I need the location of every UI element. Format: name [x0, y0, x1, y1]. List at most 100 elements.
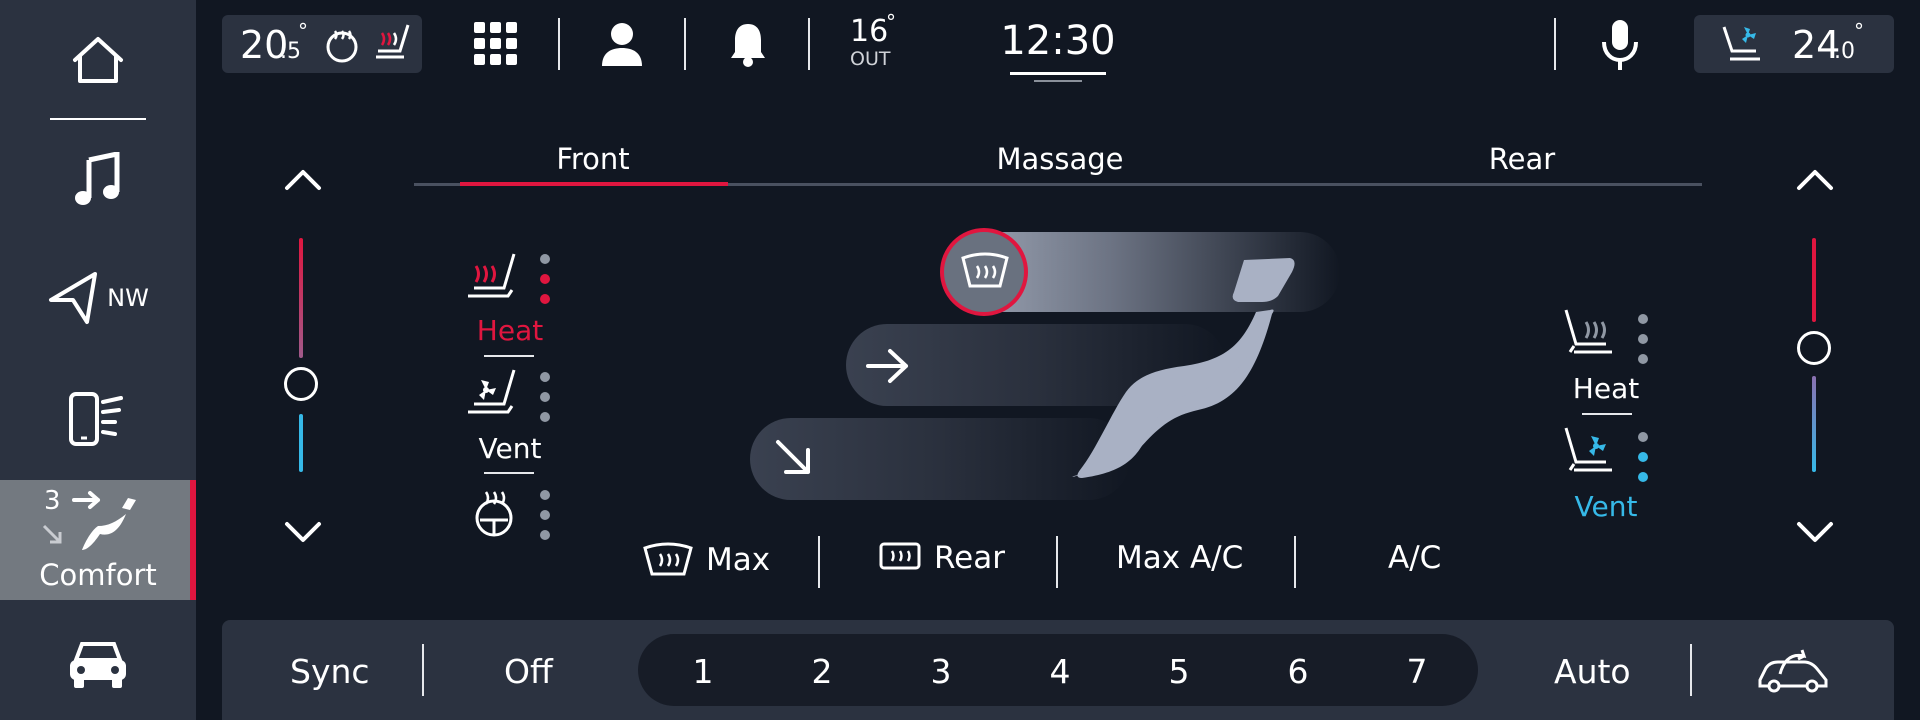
seat-body-shape — [1077, 310, 1270, 478]
navigation-button[interactable]: NW — [0, 258, 196, 338]
home-button[interactable] — [0, 20, 196, 100]
status-divider — [558, 18, 560, 70]
driver-vent-level — [540, 372, 550, 432]
comfort-level: 3 — [44, 486, 61, 516]
comfort-button[interactable]: 3 Comfort — [0, 480, 196, 600]
sidebar-divider — [50, 118, 146, 120]
status-divider — [684, 18, 686, 70]
driver-vent-label: Vent — [478, 432, 542, 465]
driver-seat-heat-button[interactable] — [464, 252, 534, 308]
fan-speed-3[interactable]: 3 — [921, 652, 961, 691]
rear-defrost-icon — [879, 542, 921, 570]
rear-defrost-button[interactable]: Rear — [878, 540, 1005, 576]
chevron-down-icon[interactable] — [1795, 520, 1835, 546]
label-underline — [484, 472, 534, 474]
clock-underline — [1010, 72, 1106, 75]
profile-icon[interactable] — [600, 20, 644, 68]
tab-rear[interactable]: Rear — [1472, 142, 1572, 176]
passenger-heat-label: Heat — [1572, 372, 1640, 405]
outside-temp-value: 16 — [850, 14, 889, 49]
max-defrost-label: Max — [706, 542, 771, 578]
passenger-temp-decimal: .0 — [1834, 39, 1855, 64]
function-divider — [1056, 536, 1058, 588]
function-divider — [1294, 536, 1296, 588]
passenger-temp-slider-knob[interactable] — [1797, 331, 1831, 365]
passenger-vent-level — [1638, 432, 1648, 492]
fan-speed-1[interactable]: 1 — [683, 652, 723, 691]
fan-speed-6[interactable]: 6 — [1278, 652, 1318, 691]
max-defrost-button[interactable]: Max — [642, 540, 770, 580]
steering-heat-button[interactable] — [472, 488, 522, 544]
off-button[interactable]: Off — [504, 652, 553, 691]
phone-icon — [69, 392, 123, 446]
auto-button[interactable]: Auto — [1554, 652, 1631, 691]
bottom-divider — [1690, 644, 1692, 696]
fan-speed-7[interactable]: 7 — [1397, 652, 1437, 691]
heated-steering-icon — [475, 491, 513, 537]
chevron-up-icon[interactable] — [1795, 166, 1835, 192]
driver-temp-panel[interactable]: 20 .5 ° — [222, 15, 422, 73]
clock-time: 12:30 — [1000, 18, 1116, 64]
arrow-down-right-icon — [776, 440, 810, 474]
ventilated-seat-icon — [1722, 26, 1760, 61]
chevron-down-icon[interactable] — [283, 520, 323, 546]
passenger-seat-vent-button[interactable] — [1562, 426, 1632, 484]
passenger-temp-panel[interactable]: 24 .0 ° — [1694, 15, 1894, 73]
status-divider — [1554, 18, 1556, 70]
chevron-up-icon[interactable] — [283, 166, 323, 192]
windshield-defrost-icon — [961, 252, 1009, 288]
apps-grid-icon[interactable] — [472, 20, 520, 68]
airflow-windshield-button[interactable] — [940, 228, 1028, 316]
phone-button[interactable] — [0, 380, 196, 460]
comfort-label: Comfort — [39, 558, 157, 592]
degree-symbol: ° — [886, 10, 896, 34]
driver-temp-slider-knob[interactable] — [284, 367, 318, 401]
degree-symbol: ° — [1854, 19, 1864, 43]
recirculation-icon[interactable] — [1756, 646, 1830, 694]
fan-speed-5[interactable]: 5 — [1159, 652, 1199, 691]
sync-button[interactable]: Sync — [290, 652, 370, 691]
max-ac-label: Max A/C — [1116, 540, 1244, 576]
ac-button[interactable]: A/C — [1388, 540, 1441, 576]
tab-massage[interactable]: Massage — [990, 142, 1130, 176]
label-underline — [484, 355, 534, 357]
music-note-icon — [75, 152, 120, 205]
passenger-heat-level — [1638, 314, 1648, 374]
status-divider — [808, 18, 810, 70]
heated-seat-icon — [376, 24, 410, 59]
nav-direction: NW — [107, 284, 149, 312]
tab-front[interactable]: Front — [540, 142, 646, 176]
clock: 12:30 — [1000, 18, 1116, 88]
passenger-vent-label: Vent — [1574, 490, 1638, 523]
fan-speed-2[interactable]: 2 — [802, 652, 842, 691]
music-button[interactable] — [0, 140, 196, 220]
heated-seat-icon — [468, 253, 516, 298]
navigation-arrow-icon — [49, 272, 98, 324]
passenger-temp-slider-cool — [1812, 376, 1816, 472]
passenger-temp-slider-warm — [1812, 238, 1816, 322]
driver-temp-slider-warm — [299, 238, 303, 358]
driver-heat-level — [540, 254, 550, 314]
max-ac-button[interactable]: Max A/C — [1116, 540, 1243, 576]
heated-steering-icon — [326, 30, 358, 63]
seat-icon — [82, 498, 136, 550]
arrow-right-icon — [866, 349, 908, 383]
steering-heat-level — [540, 490, 550, 550]
vehicle-button[interactable] — [0, 628, 196, 698]
passenger-seat-heat-button[interactable] — [1562, 308, 1632, 366]
microphone-icon[interactable] — [1600, 18, 1640, 72]
sidebar: NW 3 Comfort — [0, 0, 196, 720]
bottom-divider — [422, 644, 424, 696]
ac-label: A/C — [1388, 540, 1442, 576]
fan-speed-4[interactable]: 4 — [1040, 652, 1080, 691]
driver-seat-vent-button[interactable] — [464, 368, 534, 424]
driver-heat-label: Heat — [476, 314, 544, 347]
notification-bell-icon[interactable] — [728, 20, 768, 68]
ventilated-seat-icon — [468, 369, 516, 414]
outside-label: OUT — [850, 48, 891, 70]
clock-underline-short — [1034, 80, 1082, 82]
driver-temp-slider-cool — [299, 414, 303, 472]
outside-temp: 16 ° OUT — [850, 10, 920, 74]
car-icon — [70, 642, 126, 688]
windshield-defrost-icon — [643, 542, 693, 576]
